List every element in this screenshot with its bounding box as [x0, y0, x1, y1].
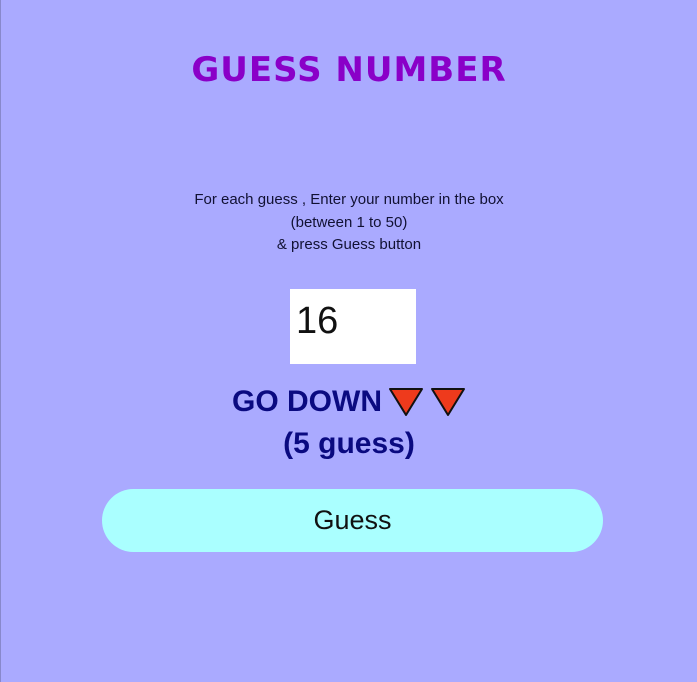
- instructions-line-2: (between 1 to 50): [290, 213, 408, 231]
- instructions: For each guess , Enter your number in th…: [1, 189, 697, 257]
- down-triangle-icon: [388, 387, 424, 417]
- hint-direction: GO DOWN: [1, 380, 697, 424]
- guess-number-page: GUESS NUMBER For each guess , Enter your…: [1, 0, 697, 682]
- guess-count: (5 guess): [283, 427, 415, 460]
- instructions-line-1: For each guess , Enter your number in th…: [194, 191, 504, 208]
- down-triangle-icon: [430, 387, 466, 417]
- hint-panel: GO DOWN (5 guess): [1, 380, 697, 464]
- guess-button[interactable]: Guess: [102, 489, 603, 552]
- hint-direction-text: GO DOWN: [232, 385, 382, 418]
- instructions-line-3: & press Guess button: [276, 236, 422, 253]
- page-title: GUESS NUMBER: [191, 50, 507, 90]
- guess-number-input[interactable]: [290, 289, 416, 364]
